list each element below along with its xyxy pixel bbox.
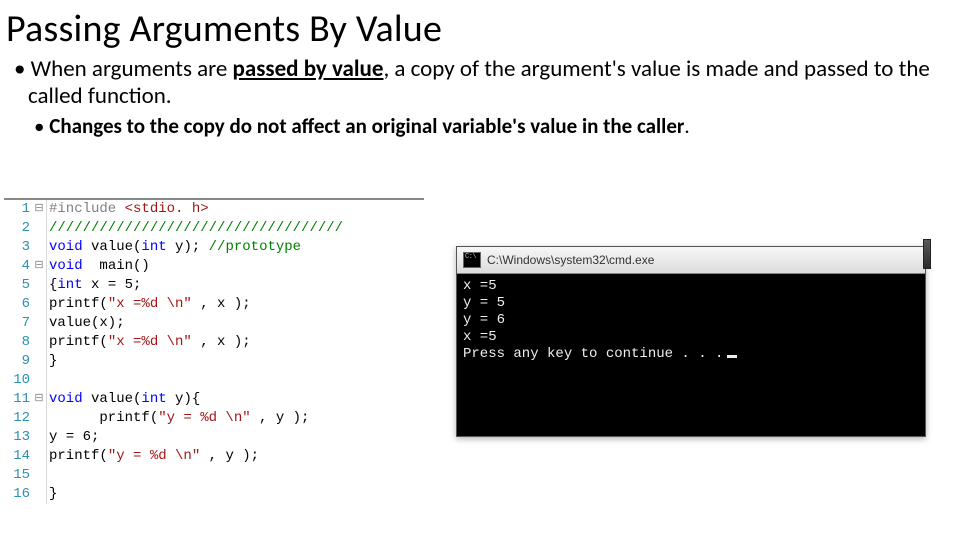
fold-gutter [32,447,47,466]
code-text: printf("x =%d \n" , x ); [47,295,251,314]
fold-gutter [32,352,47,371]
code-line: 15 [4,466,424,485]
code-line: 11⊟void value(int y){ [4,390,424,409]
fold-gutter [32,371,47,390]
fold-gutter [32,466,47,485]
code-editor: 1⊟#include <stdio. h>2 /////////////////… [4,198,424,504]
line-number: 15 [4,466,32,485]
console-title-text: C:\Windows\system32\cmd.exe [487,253,654,267]
fold-gutter [32,485,47,504]
code-line: 5 {int x = 5; [4,276,424,295]
code-line: 3 void value(int y); //prototype [4,238,424,257]
fold-gutter [32,333,47,352]
code-text [47,466,49,485]
cmd-icon [463,252,481,268]
fold-gutter[interactable]: ⊟ [32,200,47,219]
code-text: /////////////////////////////////// [47,219,343,238]
line-number: 8 [4,333,32,352]
code-text: printf("x =%d \n" , x ); [47,333,251,352]
line-number: 9 [4,352,32,371]
code-text: printf("y = %d \n" , y ); [47,447,259,466]
code-line: 7 value(x); [4,314,424,333]
slide-title: Passing Arguments By Value [6,6,960,52]
fold-gutter [32,409,47,428]
code-line: 1⊟#include <stdio. h> [4,200,424,219]
bullet-1: When arguments are passed by value, a co… [14,56,940,110]
fold-gutter [32,276,47,295]
sub-bullet-1-text: Changes to the copy do not affect an ori… [49,113,684,139]
sub-bullet-list: Changes to the copy do not affect an ori… [34,114,960,139]
console-output: x =5 y = 5 y = 6 x =5 Press any key to c… [457,274,925,436]
fold-gutter [32,428,47,447]
line-number: 16 [4,485,32,504]
console-titlebar[interactable]: C:\Windows\system32\cmd.exe [457,247,925,274]
code-text: } [47,352,57,371]
code-line: 9 } [4,352,424,371]
code-text: printf("y = %d \n" , y ); [47,409,309,428]
bullet-1-em: passed by value [233,55,384,83]
code-text: y = 6; [47,428,99,447]
cursor [727,355,737,358]
code-line: 4⊟void main() [4,257,424,276]
code-line: 12 printf("y = %d \n" , y ); [4,409,424,428]
fold-gutter[interactable]: ⊟ [32,390,47,409]
line-number: 3 [4,238,32,257]
code-text: } [47,485,57,504]
sub-bullet-1-tail: . [684,113,689,139]
code-text: #include <stdio. h> [47,200,209,219]
sub-bullet-1: Changes to the copy do not affect an ori… [34,114,960,139]
fold-gutter [32,295,47,314]
code-line: 8 printf("x =%d \n" , x ); [4,333,424,352]
code-text: void value(int y){ [47,390,200,409]
line-number: 13 [4,428,32,447]
line-number: 10 [4,371,32,390]
line-number: 7 [4,314,32,333]
fold-gutter [32,314,47,333]
line-number: 5 [4,276,32,295]
line-number: 14 [4,447,32,466]
fold-gutter [32,219,47,238]
code-text [47,371,49,390]
code-line: 16 } [4,485,424,504]
console-window: C:\Windows\system32\cmd.exe x =5 y = 5 y… [456,246,926,437]
bullet-list: When arguments are passed by value, a co… [14,56,960,110]
code-text: void main() [47,257,150,276]
line-number: 4 [4,257,32,276]
bullet-1-pre: When arguments are [31,55,233,83]
window-frame-edge [923,239,931,269]
line-number: 2 [4,219,32,238]
code-text: void value(int y); //prototype [47,238,301,257]
line-number: 11 [4,390,32,409]
code-line: 14 printf("y = %d \n" , y ); [4,447,424,466]
slide: Passing Arguments By Value When argument… [0,6,960,540]
fold-gutter[interactable]: ⊟ [32,257,47,276]
code-text: value(x); [47,314,125,333]
code-line: 10 [4,371,424,390]
code-line: 13 y = 6; [4,428,424,447]
line-number: 1 [4,200,32,219]
code-line: 2 /////////////////////////////////// [4,219,424,238]
fold-gutter [32,238,47,257]
code-text: {int x = 5; [47,276,141,295]
code-line: 6 printf("x =%d \n" , x ); [4,295,424,314]
line-number: 12 [4,409,32,428]
line-number: 6 [4,295,32,314]
